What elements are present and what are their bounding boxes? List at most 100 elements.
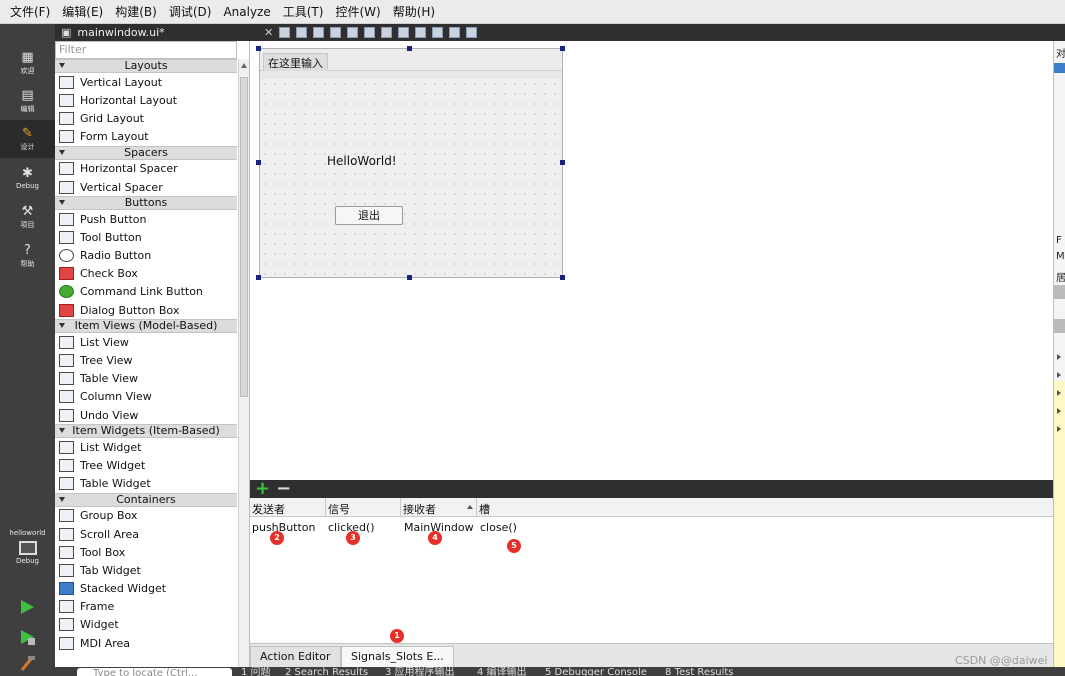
build-button[interactable] (18, 654, 36, 672)
expand-arrow-icon[interactable] (1057, 390, 1061, 396)
mode-welcome[interactable]: ▦ 欢迎 (0, 44, 55, 82)
mode-debug[interactable]: ✱ Debug (0, 159, 55, 197)
widget-item[interactable]: Dialog Button Box (55, 301, 237, 319)
widget-item[interactable]: List View (55, 333, 237, 351)
layout-split-v-icon[interactable] (398, 27, 410, 38)
edit-tab-order-icon[interactable] (330, 27, 342, 38)
widget-item[interactable]: Push Button (55, 210, 237, 228)
widget-item[interactable]: Tool Box (55, 543, 237, 561)
resize-handle[interactable] (560, 160, 565, 165)
close-icon[interactable]: ✕ (264, 26, 273, 39)
mainwindow-form[interactable]: 在这里输入 HelloWorld! 退出 (259, 48, 563, 278)
mode-projects[interactable]: ⚒ 项目 (0, 198, 55, 236)
header-slot[interactable]: 槽 (479, 501, 490, 517)
widget-box-scrollbar[interactable] (238, 59, 249, 667)
widget-item[interactable]: Scroll Area (55, 525, 237, 543)
menu-file[interactable]: 文件(F) (4, 3, 56, 20)
expand-arrow-icon[interactable] (1057, 372, 1061, 378)
widget-item[interactable]: Command Link Button (55, 283, 237, 301)
edit-buddies-icon[interactable] (313, 27, 325, 38)
pane-application-output[interactable]: 3 应用程序输出 (385, 667, 455, 676)
resize-handle[interactable] (407, 46, 412, 51)
filter-input[interactable]: Filter (55, 41, 237, 59)
add-connection-icon[interactable]: + (255, 480, 270, 498)
mode-help[interactable]: ? 帮助 (0, 237, 55, 275)
chevron-down-icon[interactable] (59, 149, 65, 155)
run-button[interactable] (18, 598, 36, 616)
widget-item[interactable]: Tool Button (55, 228, 237, 246)
menu-tools[interactable]: 工具(T) (277, 3, 330, 20)
widget-item[interactable]: MDI Area (55, 634, 237, 652)
selected-object-row[interactable] (1054, 63, 1065, 73)
pane-search-results[interactable]: 2 Search Results (285, 667, 368, 676)
header-signal[interactable]: 信号 (328, 501, 350, 517)
category-header[interactable]: Buttons (55, 196, 237, 211)
pane-compile-output[interactable]: 4 编译输出 (477, 667, 527, 676)
widget-item[interactable]: Vertical Layout (55, 73, 237, 91)
widget-item[interactable]: Tree Widget (55, 456, 237, 474)
widget-item[interactable]: Stacked Widget (55, 580, 237, 598)
quit-button[interactable]: 退出 (335, 206, 403, 225)
widget-item[interactable]: Widget (55, 616, 237, 634)
widget-item[interactable]: Group Box (55, 507, 237, 525)
type-here-menu[interactable]: 在这里输入 (263, 53, 328, 73)
category-header[interactable]: Spacers (55, 145, 237, 160)
widget-item[interactable]: Table View (55, 370, 237, 388)
widget-item[interactable]: Check Box (55, 265, 237, 283)
adjust-size-icon[interactable] (466, 27, 478, 38)
widget-item[interactable]: Undo View (55, 406, 237, 424)
edit-widgets-icon[interactable] (279, 27, 291, 38)
kit-selector[interactable]: helloworld Debug (0, 529, 55, 565)
pane-test-results[interactable]: 8 Test Results (665, 667, 734, 676)
chevron-down-icon[interactable] (59, 428, 65, 434)
resize-handle[interactable] (560, 46, 565, 51)
pane-debugger-console[interactable]: 5 Debugger Console (545, 667, 647, 676)
menu-build[interactable]: 构建(B) (109, 3, 163, 20)
tab-signals-slots-editor[interactable]: Signals_Slots E... (341, 646, 454, 667)
property-group-row[interactable] (1054, 319, 1065, 333)
layout-form-icon[interactable] (432, 27, 444, 38)
menu-widgets[interactable]: 控件(W) (329, 3, 386, 20)
mode-edit[interactable]: ▤ 编辑 (0, 82, 55, 120)
expand-arrow-icon[interactable] (1057, 408, 1061, 414)
widget-item[interactable]: Vertical Spacer (55, 178, 237, 196)
debug-run-button[interactable] (18, 628, 36, 646)
widget-item[interactable]: Grid Layout (55, 109, 237, 127)
resize-handle[interactable] (256, 46, 261, 51)
chevron-down-icon[interactable] (59, 200, 65, 206)
header-receiver[interactable]: 接收者 (403, 501, 436, 517)
resize-handle[interactable] (256, 160, 261, 165)
chevron-down-icon[interactable] (59, 323, 65, 329)
widget-item[interactable]: Table Widget (55, 475, 237, 493)
resize-handle[interactable] (256, 275, 261, 280)
menu-edit[interactable]: 编辑(E) (56, 3, 109, 20)
mode-design[interactable]: ✎ 设计 (0, 120, 55, 158)
header-sender[interactable]: 发送者 (252, 501, 285, 517)
layout-grid-icon[interactable] (415, 27, 427, 38)
chevron-down-icon[interactable] (59, 63, 65, 68)
menu-debug[interactable]: 调试(D) (163, 3, 218, 20)
menu-help[interactable]: 帮助(H) (387, 3, 441, 20)
widget-item[interactable]: List Widget (55, 438, 237, 456)
widget-item[interactable]: Horizontal Layout (55, 91, 237, 109)
resize-handle[interactable] (407, 275, 412, 280)
category-header[interactable]: Item Widgets (Item-Based) (55, 424, 237, 439)
resize-handle[interactable] (560, 275, 565, 280)
chevron-down-icon[interactable] (59, 496, 65, 502)
cell-slot[interactable]: close() (480, 521, 517, 534)
cell-sender[interactable]: pushButton (252, 521, 316, 534)
category-header[interactable]: Item Views (Model-Based) (55, 319, 237, 334)
layout-horizontal-icon[interactable] (347, 27, 359, 38)
locator-input[interactable]: Type to locate (Ctrl... (77, 668, 232, 676)
layout-vertical-icon[interactable] (364, 27, 376, 38)
widget-item[interactable]: Form Layout (55, 128, 237, 146)
editor-filename[interactable]: mainwindow.ui* (77, 26, 164, 39)
widget-item[interactable]: Horizontal Spacer (55, 160, 237, 178)
widget-item[interactable]: Tree View (55, 351, 237, 369)
widget-item[interactable]: Column View (55, 388, 237, 406)
widget-item[interactable]: Radio Button (55, 247, 237, 265)
expand-arrow-icon[interactable] (1057, 426, 1061, 432)
expand-arrow-icon[interactable] (1057, 354, 1061, 360)
widget-item[interactable]: Frame (55, 598, 237, 616)
tab-action-editor[interactable]: Action Editor (250, 646, 341, 667)
